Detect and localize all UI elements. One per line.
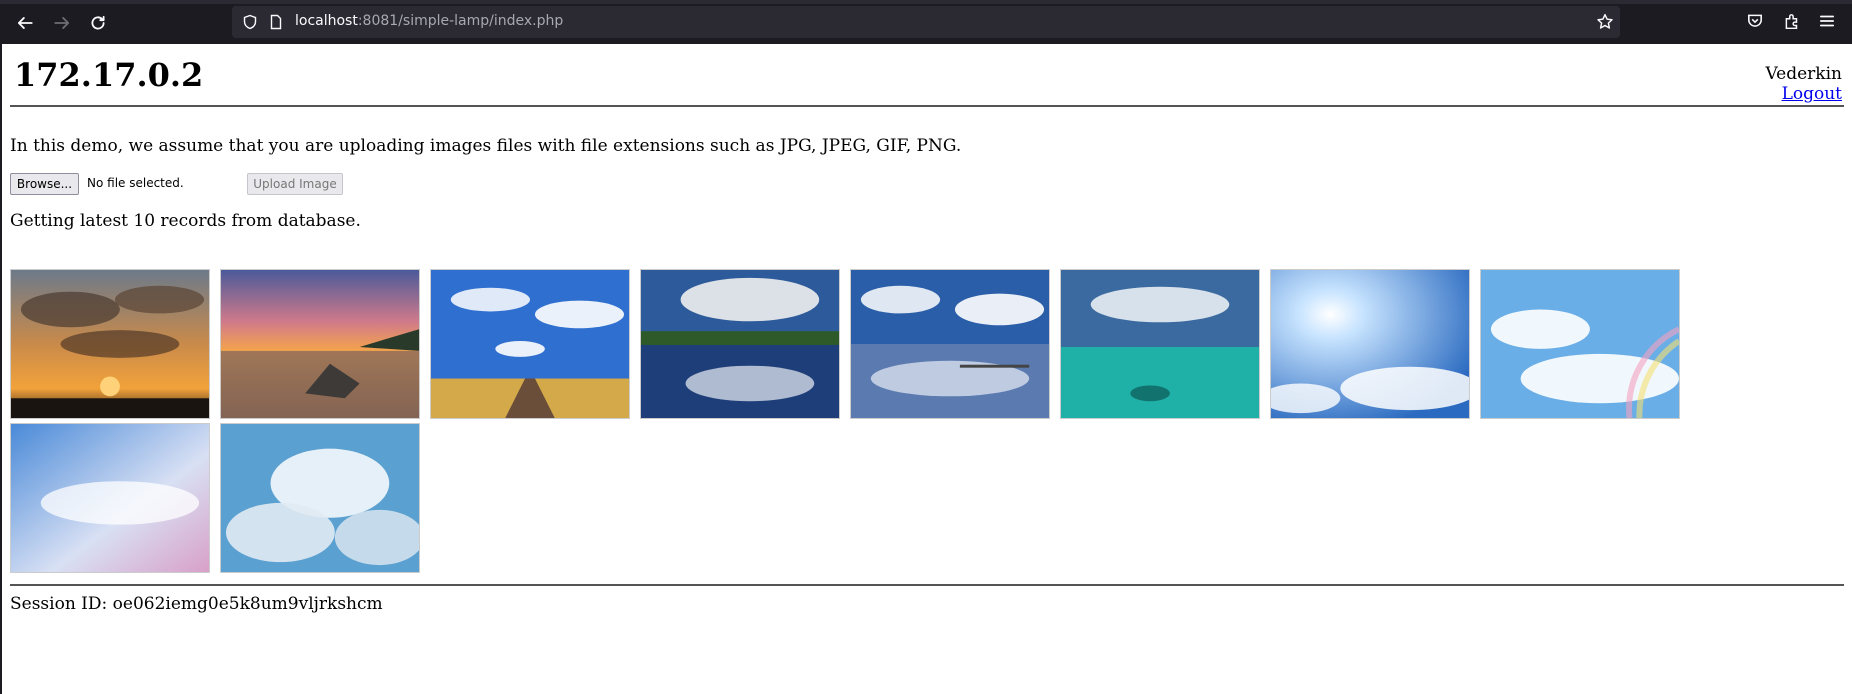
gallery-image-sun-rays-sky[interactable]	[1270, 269, 1470, 419]
bookmark-star-icon[interactable]	[1596, 13, 1614, 31]
back-icon[interactable]	[13, 11, 37, 35]
gallery-image-rainbow-clouds[interactable]	[1480, 269, 1680, 419]
records-text: Getting latest 10 records from database.	[10, 211, 361, 231]
browser-toolbar: localhost:8081/simple-lamp/index.php	[0, 0, 1852, 44]
bottom-divider	[10, 584, 1844, 586]
gallery-image-cumulus-clouds[interactable]	[220, 423, 420, 573]
forward-icon[interactable]	[50, 11, 74, 35]
url-host: localhost	[295, 13, 358, 29]
gallery-image-turquoise-sea-clouds[interactable]	[1060, 269, 1260, 419]
gallery-image-sunset-clouds-city[interactable]	[10, 269, 210, 419]
reload-icon[interactable]	[86, 11, 110, 35]
page-icon[interactable]	[268, 14, 284, 30]
shield-icon[interactable]	[242, 14, 258, 30]
intro-text: In this demo, we assume that you are upl…	[10, 136, 962, 156]
top-divider	[10, 105, 1844, 107]
browse-button[interactable]: Browse...	[10, 173, 79, 195]
gallery-image-pier-cloud-reflection[interactable]	[850, 269, 1050, 419]
menu-icon[interactable]	[1818, 12, 1836, 34]
gallery-image-pastel-cloudscape[interactable]	[10, 423, 210, 573]
gallery-image-lake-reflection-clouds[interactable]	[640, 269, 840, 419]
page-title: 172.17.0.2	[14, 56, 204, 94]
pocket-icon[interactable]	[1746, 12, 1764, 34]
upload-image-button[interactable]: Upload Image	[247, 173, 343, 195]
toolbar-top-strip	[0, 0, 1852, 4]
extensions-icon[interactable]	[1783, 12, 1801, 34]
url-bar[interactable]: localhost:8081/simple-lamp/index.php	[232, 6, 1620, 38]
logout-link[interactable]: Logout	[1782, 84, 1842, 104]
page-content: 172.17.0.2 Vederkin Logout In this demo,…	[0, 44, 1852, 694]
user-box: Vederkin Logout	[1765, 64, 1842, 104]
url-path: :8081/simple-lamp/index.php	[357, 13, 564, 29]
session-id-text: Session ID: oe062iemg0e5k8um9vljrkshcm	[10, 594, 383, 614]
username: Vederkin	[1765, 64, 1842, 84]
url-text[interactable]: localhost:8081/simple-lamp/index.php	[295, 13, 563, 29]
gallery-image-road-blue-sky[interactable]	[430, 269, 630, 419]
no-file-label: No file selected.	[87, 176, 184, 190]
gallery-image-sunset-beach-rock[interactable]	[220, 269, 420, 419]
